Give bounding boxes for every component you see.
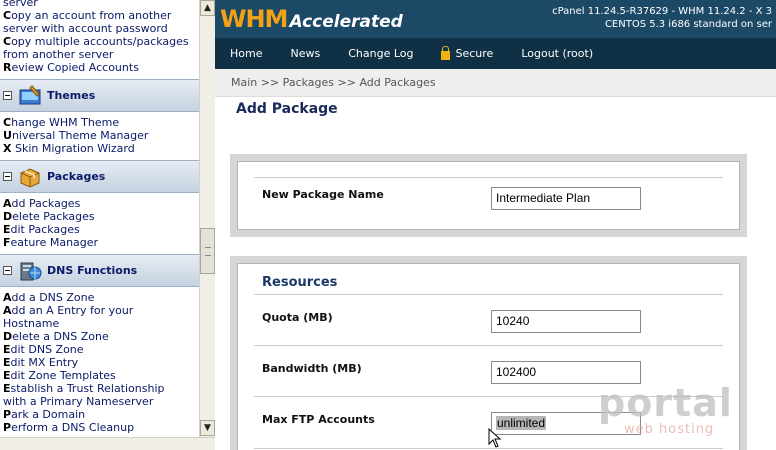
sidebar-link[interactable]: Hostname xyxy=(0,317,199,330)
collapse-icon[interactable] xyxy=(3,172,12,181)
sidebar-link-feature-manager[interactable]: Feature Manager xyxy=(0,236,199,249)
quota-label: Quota (MB) xyxy=(262,311,333,324)
sidebar-link[interactable]: with a Primary Nameserver xyxy=(0,395,199,408)
packages-links: Add Packages Delete Packages Edit Packag… xyxy=(0,193,199,254)
nav-secure[interactable]: Secure xyxy=(441,45,494,60)
sidebar: server Copy an account from another serv… xyxy=(0,0,199,437)
section-title: Themes xyxy=(47,89,96,102)
package-box-icon xyxy=(18,165,42,189)
sidebar-link[interactable]: server xyxy=(0,0,199,9)
row-divider xyxy=(254,345,723,346)
collapse-icon[interactable] xyxy=(3,91,12,100)
server-os: CENTOS 5.3 i686 standard on ser xyxy=(604,19,772,30)
logo-accelerated-text: Accelerated xyxy=(289,12,403,32)
server-version: cPanel 11.24.5-R37629 - WHM 11.24.2 - X … xyxy=(552,6,772,17)
package-name-label: New Package Name xyxy=(262,188,384,201)
sidebar-link-park-domain[interactable]: Park a Domain xyxy=(0,408,199,421)
section-header-packages[interactable]: Packages xyxy=(0,160,199,193)
resources-divider xyxy=(254,294,723,295)
dns-server-icon xyxy=(18,259,42,283)
sidebar-scrollbar[interactable]: ▲ ▼ xyxy=(199,0,215,437)
quota-input[interactable]: 10240 xyxy=(491,310,641,333)
sidebar-link-theme-manager[interactable]: Universal Theme Manager xyxy=(0,129,199,142)
header: WHM Accelerated cPanel 11.24.5-R37629 - W… xyxy=(215,0,776,38)
horizontal-scrollbar[interactable] xyxy=(0,437,215,450)
package-name-panel: New Package Name Intermediate Plan xyxy=(230,154,747,237)
section-title: Packages xyxy=(47,170,106,183)
page-title: Add Package xyxy=(236,101,338,117)
sidebar-link-dns-cleanup[interactable]: Perform a DNS Cleanup xyxy=(0,421,199,434)
scroll-up-button[interactable]: ▲ xyxy=(200,0,215,16)
sidebar-link-trust-relationship[interactable]: Establish a Trust Relationship xyxy=(0,382,199,395)
selected-text: unlimited xyxy=(496,416,547,430)
bandwidth-input[interactable]: 102400 xyxy=(491,361,641,384)
sidebar-link-change-theme[interactable]: Change WHM Theme xyxy=(0,116,199,129)
scroll-thumb[interactable] xyxy=(200,228,215,274)
nav-changelog[interactable]: Change Log xyxy=(348,47,413,60)
sidebar-link-skin-migration[interactable]: X Skin Migration Wizard xyxy=(0,142,199,155)
max-ftp-label: Max FTP Accounts xyxy=(262,413,375,426)
nav-home[interactable]: Home xyxy=(230,47,262,60)
sidebar-link-review-copied[interactable]: Review Copied Accounts xyxy=(0,61,199,74)
whm-logo: WHM Accelerated xyxy=(220,5,403,33)
dns-links: Add a DNS Zone Add an A Entry for your H… xyxy=(0,287,199,437)
themes-links: Change WHM Theme Universal Theme Manager… xyxy=(0,112,199,160)
sidebar-link-edit-dns-zone[interactable]: Edit DNS Zone xyxy=(0,343,199,356)
text-cursor-icon xyxy=(488,428,502,448)
sidebar-link-add-a-entry[interactable]: Add an A Entry for your xyxy=(0,304,199,317)
lock-icon xyxy=(441,45,451,60)
sidebar-link-delete-dns-zone[interactable]: Delete a DNS Zone xyxy=(0,330,199,343)
nav-secure-label: Secure xyxy=(455,47,494,60)
scroll-down-button[interactable]: ▼ xyxy=(200,420,215,436)
row-divider xyxy=(254,396,723,397)
sidebar-link-copy-account[interactable]: Copy an account from another xyxy=(0,9,199,22)
resources-panel: Resources Quota (MB) 10240 Bandwidth (MB… xyxy=(230,256,747,450)
section-header-themes[interactable]: Themes xyxy=(0,79,199,112)
max-ftp-input[interactable]: unlimited xyxy=(491,412,641,435)
sidebar-link-edit-packages[interactable]: Edit Packages xyxy=(0,223,199,236)
resources-heading: Resources xyxy=(262,275,338,290)
nav-news[interactable]: News xyxy=(290,47,320,60)
sidebar-link-add-dns-zone[interactable]: Add a DNS Zone xyxy=(0,291,199,304)
sidebar-link-edit-zone-templates[interactable]: Edit Zone Templates xyxy=(0,369,199,382)
server-info: cPanel 11.24.5-R37629 - WHM 11.24.2 - X … xyxy=(552,5,772,31)
sidebar-link-copy-multiple[interactable]: Copy multiple accounts/packages xyxy=(0,35,199,48)
themes-icon xyxy=(18,84,42,108)
top-link-group: server Copy an account from another serv… xyxy=(0,0,199,79)
section-title: DNS Functions xyxy=(47,264,138,277)
top-nav: Home News Change Log Secure Logout (root… xyxy=(215,38,776,69)
bandwidth-label: Bandwidth (MB) xyxy=(262,362,362,375)
sidebar-link[interactable]: from another server xyxy=(0,48,199,61)
collapse-icon[interactable] xyxy=(3,266,12,275)
row-divider xyxy=(254,448,723,449)
section-header-dns[interactable]: DNS Functions xyxy=(0,254,199,287)
sidebar-link[interactable]: server with account password xyxy=(0,22,199,35)
sidebar-link-add-packages[interactable]: Add Packages xyxy=(0,197,199,210)
sidebar-link-edit-mx-entry[interactable]: Edit MX Entry xyxy=(0,356,199,369)
panel-divider xyxy=(254,162,723,178)
sidebar-link-delete-packages[interactable]: Delete Packages xyxy=(0,210,199,223)
breadcrumb: Main >> Packages >> Add Packages xyxy=(215,69,776,97)
package-name-input[interactable]: Intermediate Plan xyxy=(491,187,641,210)
logo-whm-text: WHM xyxy=(220,5,288,33)
nav-logout[interactable]: Logout (root) xyxy=(521,47,593,60)
